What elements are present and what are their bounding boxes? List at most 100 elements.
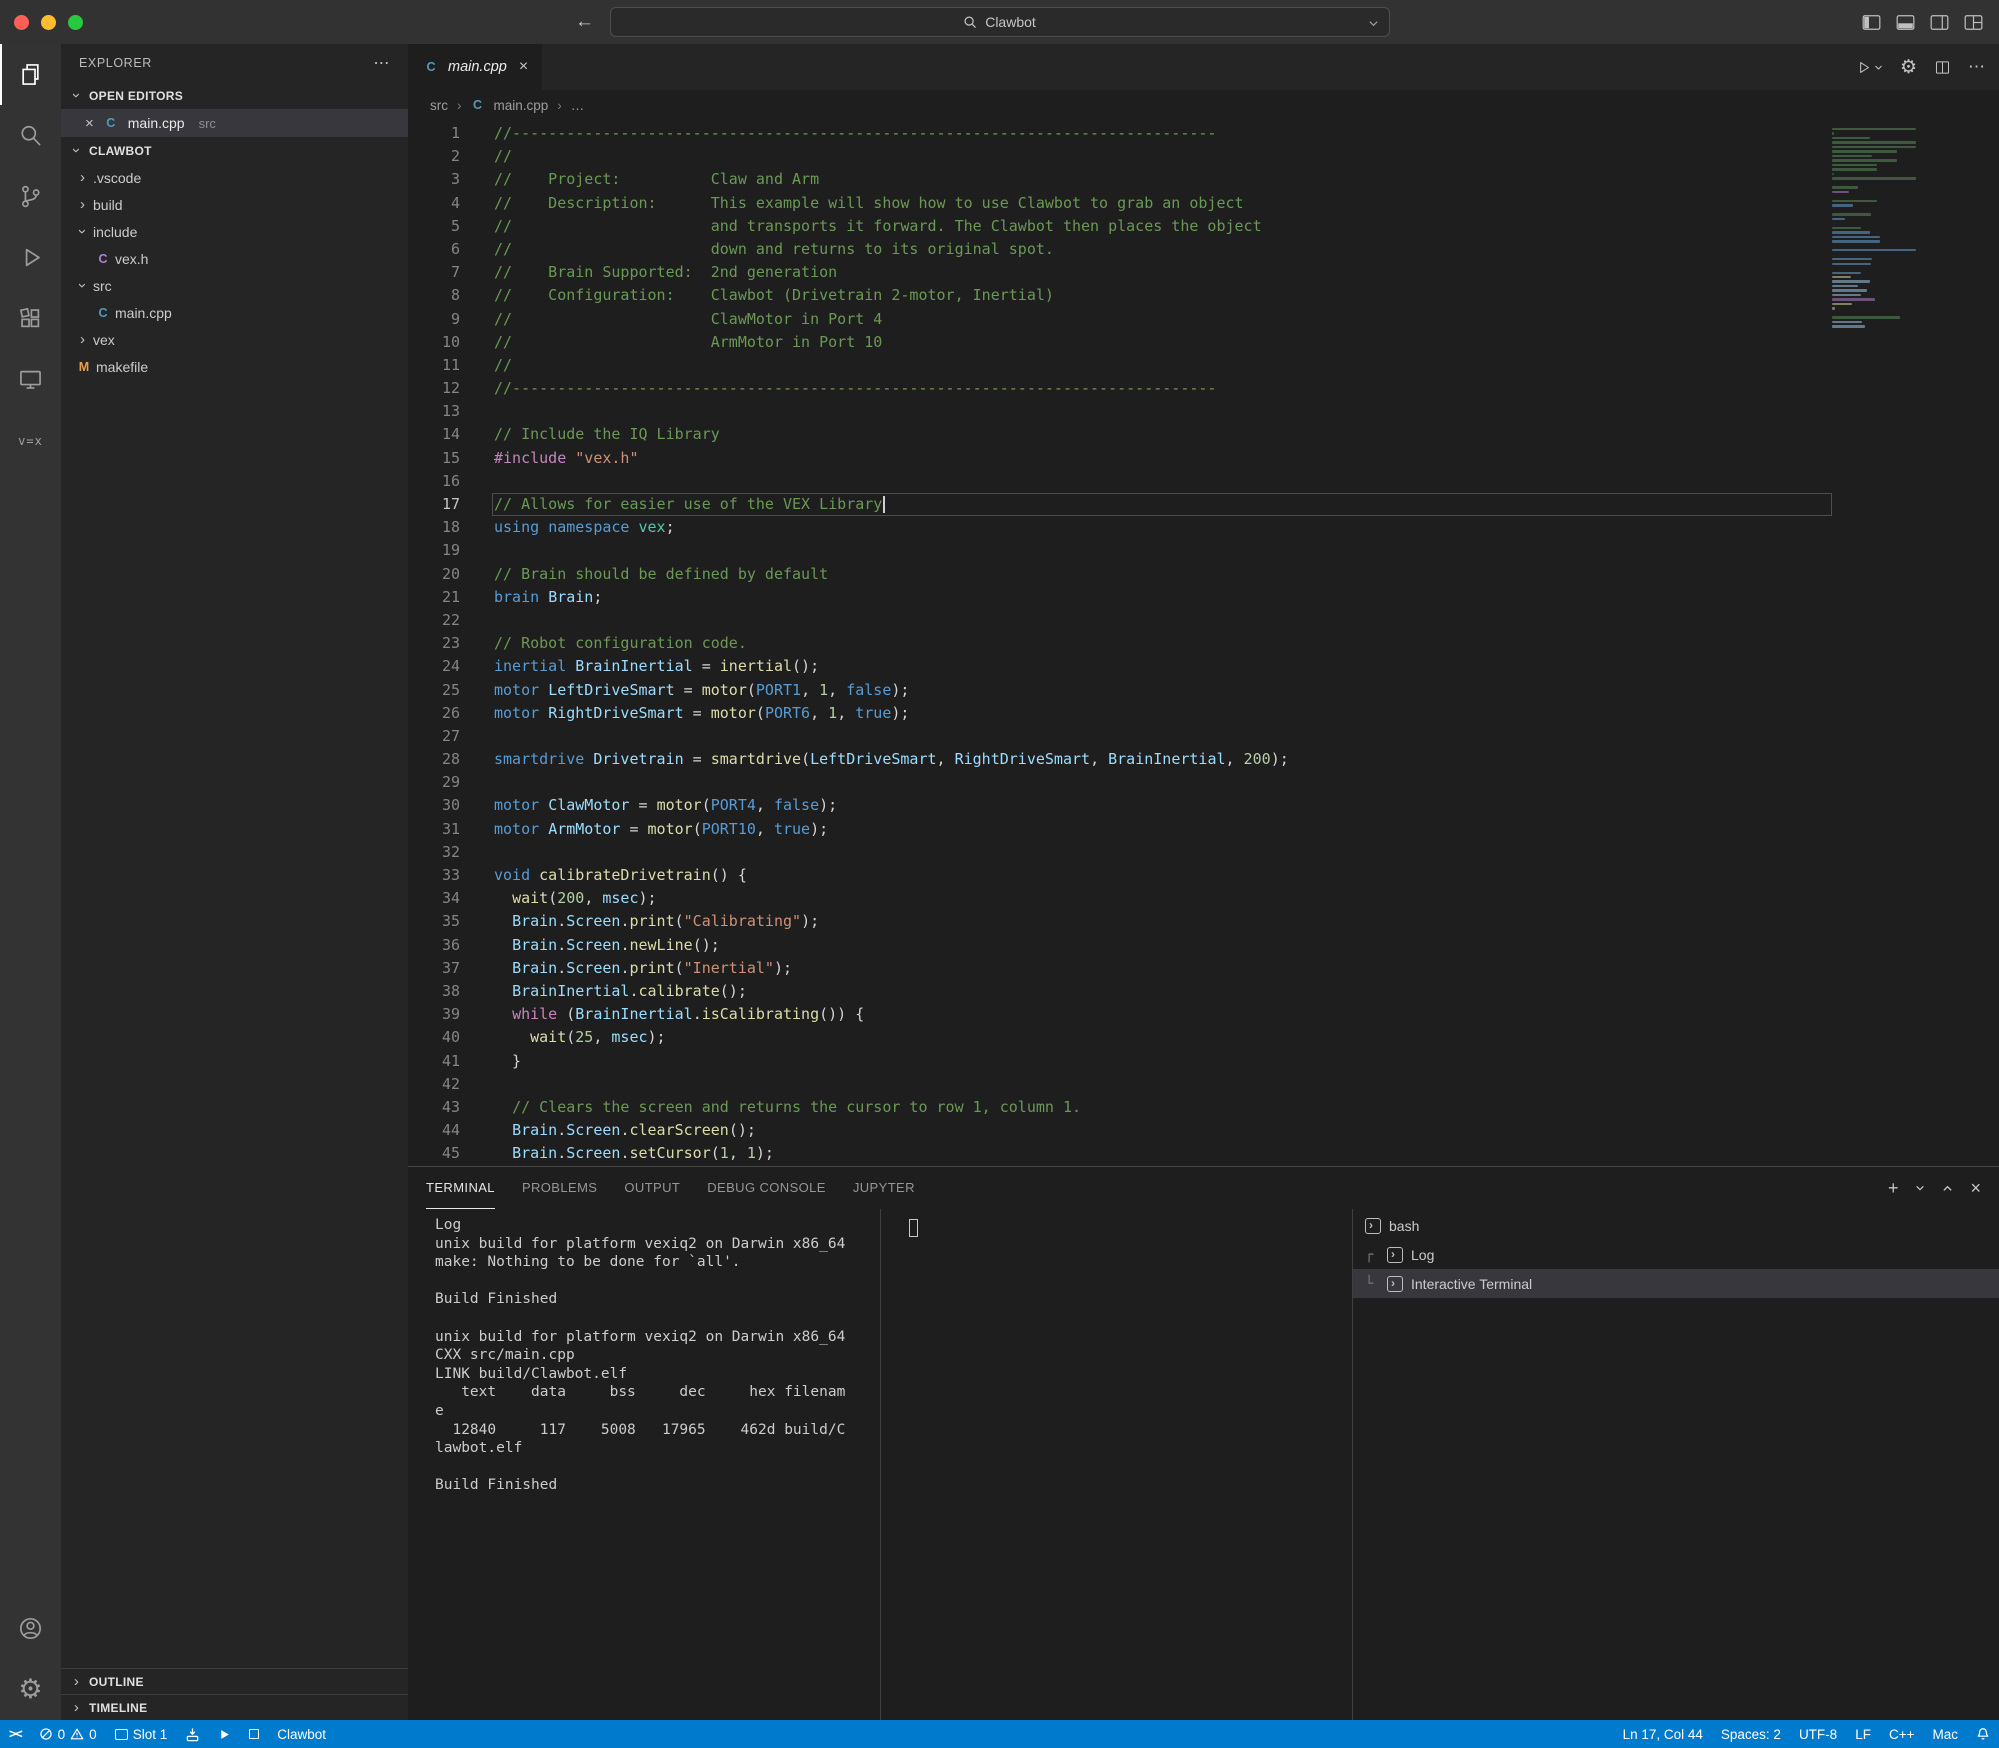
tab-output[interactable]: OUTPUT [624, 1167, 680, 1209]
folder-.vscode[interactable]: › .vscode [61, 164, 408, 191]
terminal-pane-interactive[interactable] [880, 1209, 1352, 1720]
code-line-23[interactable]: 23 // Robot configuration code. [408, 632, 1999, 655]
code-line-35[interactable]: 35 Brain.Screen.print("Calibrating"); [408, 910, 1999, 933]
code-line-19[interactable]: 19 [408, 539, 1999, 562]
workspace-header[interactable]: › CLAWBOT [61, 137, 408, 164]
code-line-14[interactable]: 14 // Include the IQ Library [408, 423, 1999, 446]
code-line-42[interactable]: 42 [408, 1073, 1999, 1096]
code-line-9[interactable]: 9 // ClawMotor in Port 4 [408, 308, 1999, 331]
back-button[interactable]: ← [575, 11, 594, 33]
code-line-34[interactable]: 34 wait(200, msec); [408, 887, 1999, 910]
code-line-31[interactable]: 31 motor ArmMotor = motor(PORT10, true); [408, 818, 1999, 841]
code-line-27[interactable]: 27 [408, 725, 1999, 748]
code-line-41[interactable]: 41 } [408, 1050, 1999, 1073]
code-line-26[interactable]: 26 motor RightDriveSmart = motor(PORT6, 1… [408, 702, 1999, 725]
code-line-21[interactable]: 21 brain Brain; [408, 586, 1999, 609]
breadcrumb-src[interactable]: src [430, 98, 448, 113]
code-line-38[interactable]: 38 BrainInertial.calibrate(); [408, 980, 1999, 1003]
remote-indicator[interactable]: >< [0, 1720, 30, 1748]
code-line-40[interactable]: 40 wait(25, msec); [408, 1026, 1999, 1049]
code-line-30[interactable]: 30 motor ClawMotor = motor(PORT4, false); [408, 794, 1999, 817]
code-line-44[interactable]: 44 Brain.Screen.clearScreen(); [408, 1119, 1999, 1142]
settings-gear-icon[interactable]: ⚙ [1900, 56, 1917, 79]
toggle-secondary-sidebar-icon[interactable] [1930, 14, 1949, 31]
folder-src[interactable]: › src [61, 272, 408, 299]
remote-explorer-icon[interactable] [0, 349, 61, 410]
minimap[interactable] [1832, 124, 1928, 330]
split-editor-icon[interactable] [1934, 59, 1951, 76]
code-line-28[interactable]: 28 smartdrive Drivetrain = smartdrive(Lef… [408, 748, 1999, 771]
code-line-5[interactable]: 5 // and transports it forward. The Clawb… [408, 215, 1999, 238]
close-tab-icon[interactable]: × [519, 58, 528, 76]
code-line-24[interactable]: 24 inertial BrainInertial = inertial(); [408, 655, 1999, 678]
close-icon[interactable]: × [85, 115, 94, 132]
code-line-25[interactable]: 25 motor LeftDriveSmart = motor(PORT1, 1,… [408, 679, 1999, 702]
notifications-button[interactable] [1967, 1727, 1999, 1741]
code-line-13[interactable]: 13 [408, 400, 1999, 423]
terminal-dropdown-icon[interactable] [1915, 1183, 1925, 1193]
close-panel-icon[interactable]: × [1970, 1179, 1981, 1197]
settings-gear-icon[interactable]: ⚙ [0, 1659, 61, 1720]
eol-sequence[interactable]: LF [1846, 1727, 1880, 1742]
code-line-10[interactable]: 10 // ArmMotor in Port 10 [408, 331, 1999, 354]
code-line-45[interactable]: 45 Brain.Screen.setCursor(1, 1); [408, 1142, 1999, 1165]
new-terminal-icon[interactable]: + [1888, 1179, 1899, 1197]
indentation[interactable]: Spaces: 2 [1712, 1727, 1790, 1742]
project-name[interactable]: Clawbot [268, 1720, 335, 1748]
timeline-section[interactable]: › TIMELINE [61, 1694, 408, 1720]
command-center-search[interactable]: Clawbot [609, 7, 1390, 37]
customize-layout-icon[interactable] [1964, 14, 1983, 31]
maximize-panel-icon[interactable] [1942, 1183, 1953, 1194]
tab-main-cpp[interactable]: C main.cpp × [408, 44, 543, 90]
terminal-list-item-bash[interactable]: bash [1353, 1211, 1999, 1240]
code-line-36[interactable]: 36 Brain.Screen.newLine(); [408, 934, 1999, 957]
open-editor-main-cpp[interactable]: × C main.cpp src [61, 109, 408, 137]
terminal-output[interactable]: Log unix build for platform vexiq2 on Dar… [408, 1209, 880, 1720]
folder-vex[interactable]: › vex [61, 326, 408, 353]
code-line-20[interactable]: 20 // Brain should be defined by default [408, 563, 1999, 586]
terminal-list-item-log[interactable]: ┌ Log [1353, 1240, 1999, 1269]
code-line-3[interactable]: 3 // Project: Claw and Arm [408, 168, 1999, 191]
slot-selector[interactable]: Slot 1 [106, 1720, 177, 1748]
code-line-33[interactable]: 33 void calibrateDrivetrain() { [408, 864, 1999, 887]
account-icon[interactable] [0, 1598, 61, 1659]
code-line-1[interactable]: 1 //-------------------------------------… [408, 122, 1999, 145]
outline-section[interactable]: › OUTLINE [61, 1668, 408, 1694]
file-vex.h[interactable]: Cvex.h [61, 245, 408, 272]
code-line-17[interactable]: 17// Allows for easier use of the VEX Li… [408, 493, 1999, 517]
cursor-position[interactable]: Ln 17, Col 44 [1614, 1727, 1712, 1742]
tab-jupyter[interactable]: JUPYTER [853, 1167, 915, 1209]
run-program-button[interactable] [209, 1720, 240, 1748]
folder-include[interactable]: › include [61, 218, 408, 245]
code-line-12[interactable]: 12 //------------------------------------… [408, 377, 1999, 400]
code-line-7[interactable]: 7 // Brain Supported: 2nd generation [408, 261, 1999, 284]
code-line-6[interactable]: 6 // down and returns to its original spo… [408, 238, 1999, 261]
code-line-8[interactable]: 8 // Configuration: Clawbot (Drivetrain 2… [408, 284, 1999, 307]
open-editors-header[interactable]: › OPEN EDITORS [61, 82, 408, 109]
search-icon[interactable] [0, 105, 61, 166]
chevron-down-icon[interactable] [1368, 18, 1379, 29]
explorer-icon[interactable] [0, 44, 61, 105]
terminal-list-item-interactive-terminal[interactable]: └ Interactive Terminal [1353, 1269, 1999, 1298]
os-indicator[interactable]: Mac [1923, 1727, 1967, 1742]
code-line-29[interactable]: 29 [408, 771, 1999, 794]
vex-extension-icon[interactable]: v=x [0, 410, 61, 471]
stop-program-button[interactable] [240, 1720, 268, 1748]
run-debug-icon[interactable] [0, 227, 61, 288]
source-control-icon[interactable] [0, 166, 61, 227]
folder-build[interactable]: › build [61, 191, 408, 218]
encoding[interactable]: UTF-8 [1790, 1727, 1846, 1742]
run-file-button[interactable] [1855, 59, 1883, 76]
code-line-4[interactable]: 4 // Description: This example will show … [408, 192, 1999, 215]
code-line-39[interactable]: 39 while (BrainInertial.isCalibrating())… [408, 1003, 1999, 1026]
toggle-sidebar-icon[interactable] [1862, 14, 1881, 31]
minimize-window-button[interactable] [41, 14, 56, 30]
code-line-11[interactable]: 11 // [408, 354, 1999, 377]
maximize-window-button[interactable] [68, 14, 83, 30]
file-main.cpp[interactable]: Cmain.cpp [61, 299, 408, 326]
extensions-icon[interactable] [0, 288, 61, 349]
tab-terminal[interactable]: TERMINAL [426, 1167, 495, 1209]
code-line-22[interactable]: 22 [408, 609, 1999, 632]
code-line-2[interactable]: 2 // [408, 145, 1999, 168]
close-window-button[interactable] [14, 14, 29, 30]
